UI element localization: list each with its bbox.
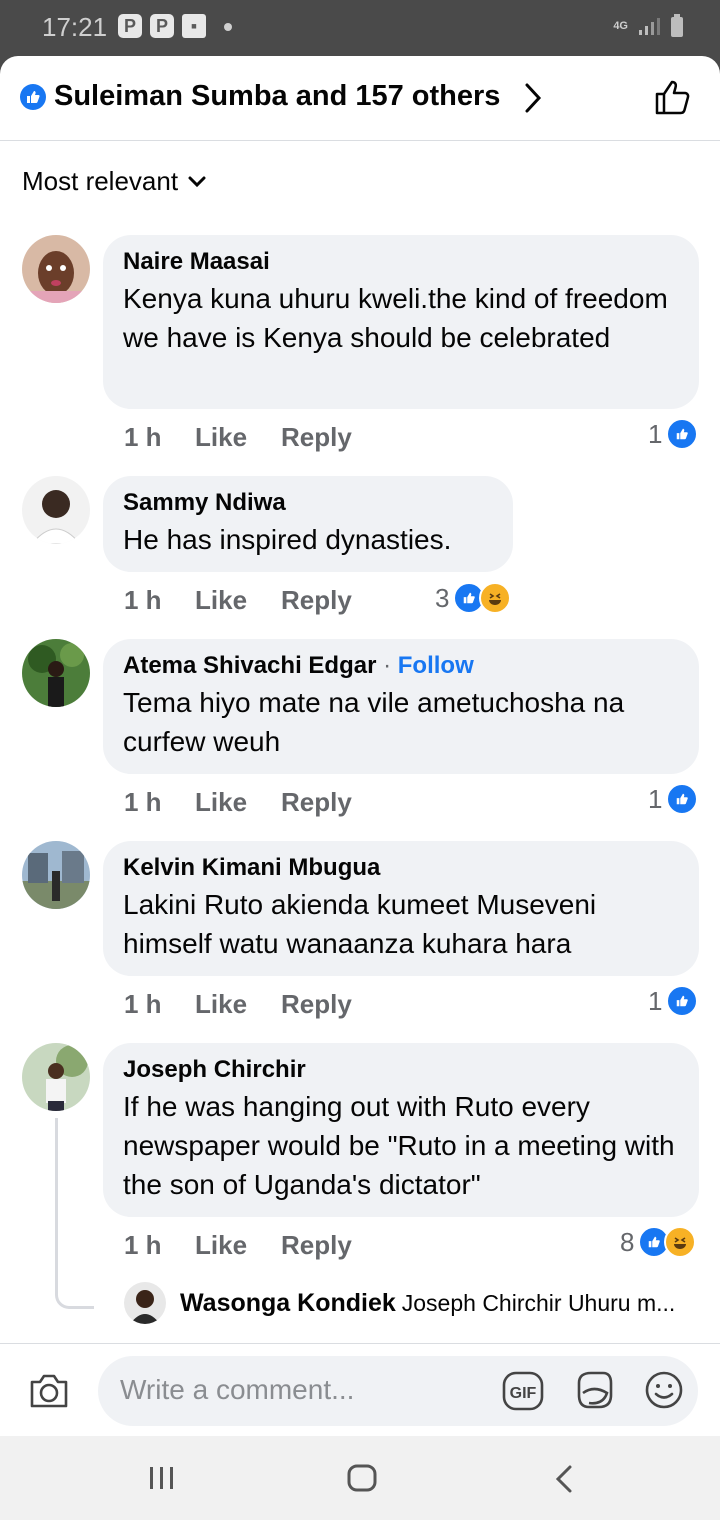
avatar[interactable] (22, 235, 90, 303)
comment-text: Lakini Ruto akienda kumeet Museveni hims… (123, 889, 597, 959)
comment-author[interactable]: Naire Maasai (123, 247, 679, 277)
comment-author[interactable]: Joseph Chirchir (123, 1055, 679, 1085)
like-button[interactable]: Like (195, 787, 281, 818)
sticker-icon[interactable] (573, 1369, 615, 1411)
reply-text: Joseph Chirchir Uhuru m... (401, 1289, 676, 1316)
signal-icon (639, 18, 660, 35)
reaction-number: 1 (648, 783, 663, 814)
status-bar: 17:21 P P ▪ 4G (0, 0, 720, 56)
reply-button[interactable]: Reply (281, 1230, 352, 1261)
comment-bubble[interactable]: Atema Shivachi Edgar · Follow Tema hiyo … (103, 639, 699, 774)
comment-bubble[interactable]: Naire Maasai Kenya kuna uhuru kweli.the … (103, 235, 699, 409)
reply-author[interactable]: Wasonga Kondiek (180, 1289, 396, 1318)
comment-actions: 1 h Like Reply (124, 989, 352, 1020)
comment-text: He has inspired dynasties. (123, 524, 452, 555)
sort-dropdown[interactable]: Most relevant (22, 166, 206, 197)
reaction-count[interactable]: 8 (620, 1226, 697, 1258)
comment-actions: 1 h Like Reply (124, 1230, 352, 1261)
comment-text: If he was hanging out with Ruto every ne… (123, 1091, 675, 1200)
like-button[interactable]: Like (195, 585, 281, 616)
comment-time: 1 h (124, 787, 162, 817)
network-type: 4G (613, 20, 628, 32)
android-nav-bar (0, 1436, 720, 1520)
reply-thread-line (55, 1118, 94, 1309)
haha-reaction-icon (479, 582, 512, 614)
reply-button[interactable]: Reply (281, 585, 352, 616)
comment-bubble[interactable]: Sammy Ndiwa He has inspired dynasties. (103, 476, 513, 572)
comment-bubble[interactable]: Joseph Chirchir If he was hanging out wi… (103, 1043, 699, 1217)
like-button[interactable]: Like (195, 1230, 281, 1261)
more-notifications-icon (224, 23, 232, 31)
comment-text: Tema hiyo mate na vile ametuchosha na cu… (123, 687, 625, 757)
avatar[interactable] (22, 476, 90, 544)
comment-actions: 1 h Like Reply (124, 585, 352, 616)
avatar[interactable] (124, 1282, 166, 1324)
comment-placeholder: Write a comment... (120, 1374, 355, 1405)
like-button[interactable]: Like (195, 422, 281, 453)
comment-time: 1 h (124, 422, 162, 452)
like-reaction-icon (666, 418, 699, 450)
status-icons: 4G (613, 14, 684, 38)
sort-label: Most relevant (22, 166, 179, 196)
battery-icon (671, 14, 683, 37)
avatar[interactable] (22, 639, 90, 707)
comment-author[interactable]: Kelvin Kimani Mbugua (123, 853, 679, 883)
camera-icon[interactable] (28, 1372, 70, 1410)
avatar[interactable] (22, 1043, 90, 1111)
reply-button[interactable]: Reply (281, 422, 352, 453)
comment-time: 1 h (124, 585, 162, 615)
comments-sheet: Suleiman Sumba and 157 others Most relev… (0, 56, 720, 1437)
reaction-count[interactable]: 1 (648, 783, 699, 815)
reply-preview[interactable]: Wasonga Kondiek Joseph Chirchir Uhuru m.… (124, 1282, 675, 1324)
comment-author[interactable]: Atema Shivachi Edgar (123, 652, 376, 679)
avatar[interactable] (22, 841, 90, 909)
gif-icon[interactable]: GIF (502, 1371, 544, 1411)
reaction-count[interactable]: 3 (435, 582, 512, 614)
p-app-icon: P (118, 14, 142, 38)
comment-actions: 1 h Like Reply (124, 787, 352, 818)
comment-composer: Write a comment... GIF (0, 1343, 720, 1437)
comment-actions: 1 h Like Reply (124, 422, 352, 453)
reply-button[interactable]: Reply (281, 787, 352, 818)
reaction-count[interactable]: 1 (648, 985, 699, 1017)
comment-time: 1 h (124, 989, 162, 1019)
comment-bubble[interactable]: Kelvin Kimani Mbugua Lakini Ruto akienda… (103, 841, 699, 976)
reactions-summary[interactable]: Suleiman Sumba and 157 others (54, 80, 500, 113)
reaction-number: 8 (620, 1226, 635, 1257)
back-icon[interactable] (552, 1464, 576, 1494)
recent-apps-icon[interactable] (148, 1464, 176, 1492)
reaction-number: 3 (435, 582, 450, 613)
like-button[interactable]: Like (195, 989, 281, 1020)
comment-time: 1 h (124, 1230, 162, 1260)
like-reaction-icon (666, 783, 699, 815)
emoji-icon[interactable] (644, 1370, 684, 1410)
like-reaction-icon (666, 985, 699, 1017)
comment-input[interactable]: Write a comment... GIF (98, 1356, 698, 1426)
like-reaction-icon (20, 84, 46, 110)
svg-text:GIF: GIF (510, 1385, 537, 1402)
comment-author-row: Atema Shivachi Edgar · Follow (123, 651, 679, 681)
reaction-count[interactable]: 1 (648, 418, 699, 450)
comment-author[interactable]: Sammy Ndiwa (123, 488, 493, 518)
chevron-down-icon (188, 176, 206, 187)
follow-separator: · (383, 652, 392, 679)
photo-notification-icon: ▪ (182, 14, 206, 38)
follow-button[interactable]: Follow (398, 652, 474, 679)
haha-reaction-icon (664, 1226, 697, 1258)
reaction-number: 1 (648, 418, 663, 449)
reply-button[interactable]: Reply (281, 989, 352, 1020)
like-outline-icon[interactable] (654, 78, 692, 116)
chevron-right-icon[interactable] (522, 82, 544, 114)
comment-text: Kenya kuna uhuru kweli.the kind of freed… (123, 283, 668, 353)
home-icon[interactable] (346, 1464, 378, 1492)
reaction-number: 1 (648, 985, 663, 1016)
status-time: 17:21 (42, 12, 108, 42)
p-app-icon-2: P (150, 14, 174, 38)
reactions-header[interactable]: Suleiman Sumba and 157 others (0, 56, 720, 141)
